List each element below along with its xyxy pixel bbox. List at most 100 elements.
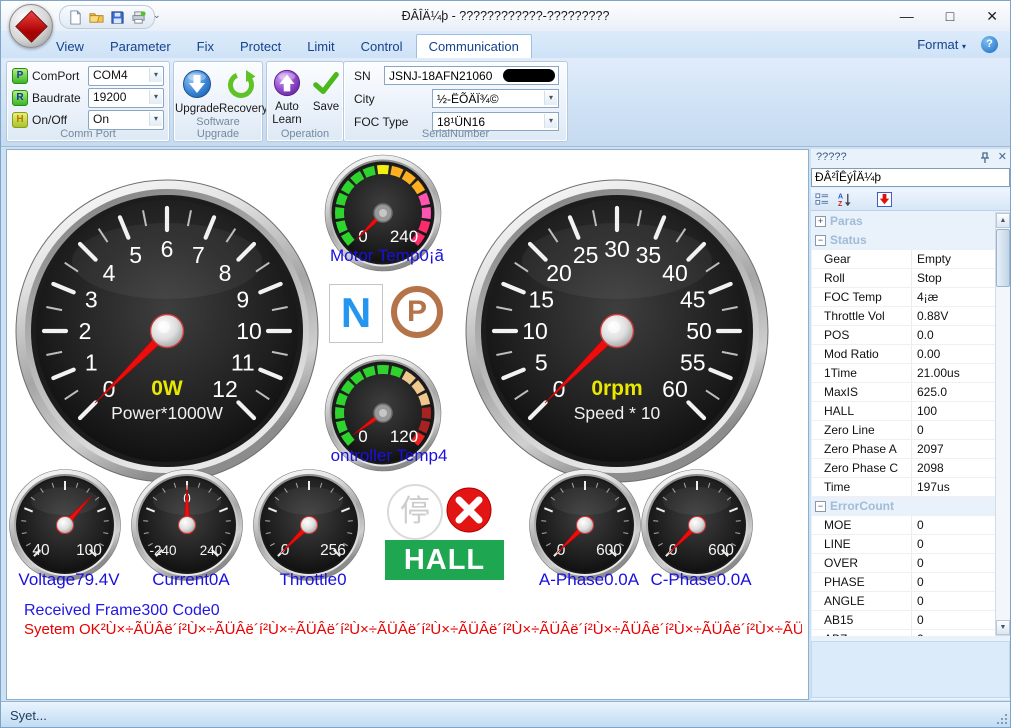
format-menu[interactable]: Format ▾	[917, 37, 966, 52]
property-value[interactable]: 0	[917, 556, 924, 570]
property-value[interactable]: 0	[917, 537, 924, 551]
upgrade-button[interactable]: Upgrade	[175, 67, 219, 116]
property-row[interactable]: Zero Phase A2097	[812, 440, 995, 459]
import-download-icon[interactable]	[877, 192, 892, 207]
svg-text:15: 15	[528, 287, 554, 313]
comport-label: ComPort	[32, 69, 88, 83]
tab-control[interactable]: Control	[348, 34, 416, 59]
property-row[interactable]: RollStop	[812, 269, 995, 288]
save-params-button[interactable]: Save	[309, 67, 343, 114]
property-value[interactable]: 0	[917, 575, 924, 589]
tab-protect[interactable]: Protect	[227, 34, 294, 59]
comport-select[interactable]: COM4▾	[88, 66, 164, 86]
svg-text:4: 4	[103, 260, 116, 286]
tab-limit[interactable]: Limit	[294, 34, 347, 59]
property-row[interactable]: LINE0	[812, 535, 995, 554]
checkmark-icon	[312, 69, 340, 97]
speed-gauge: 0510152025303540455055600rpmSpeed * 10	[464, 178, 770, 484]
ribbon-tab-bar: ViewParameterFixProtectLimitControlCommu…	[1, 31, 1010, 58]
section-paras[interactable]: +Paras	[812, 212, 995, 231]
property-value[interactable]: 0	[917, 518, 924, 532]
property-row[interactable]: OVER0	[812, 554, 995, 573]
help-icon[interactable]: ?	[981, 36, 998, 53]
tab-fix[interactable]: Fix	[184, 34, 227, 59]
panel-close-icon[interactable]: ✕	[998, 150, 1007, 163]
property-value[interactable]: Stop	[917, 271, 942, 285]
property-row[interactable]: Zero Line0	[812, 421, 995, 440]
qat-customize-arrow[interactable]: ⌄	[153, 10, 161, 21]
maximize-button[interactable]: □	[946, 8, 954, 24]
property-value[interactable]: 2098	[917, 461, 944, 475]
property-row[interactable]: Time197us	[812, 478, 995, 497]
group-title: SerialNumber	[344, 128, 567, 140]
property-row[interactable]: MOE0	[812, 516, 995, 535]
section-errorcount[interactable]: −ErrorCount	[812, 497, 995, 516]
city-select[interactable]: ½-ËÕÄÏ¾©▾	[432, 89, 559, 108]
property-value[interactable]: 0	[917, 632, 924, 636]
property-value[interactable]: 0.00	[917, 347, 940, 361]
param-file-input[interactable]: ÐÂ²ÎÊýÎÄ¼þ	[811, 168, 1010, 187]
recovery-button[interactable]: Recovery	[219, 67, 263, 116]
section-status[interactable]: −Status	[812, 231, 995, 250]
az-sort-icon[interactable]: AZ	[837, 192, 852, 207]
scroll-up-icon[interactable]: ▲	[996, 213, 1010, 228]
onoff-select[interactable]: On▾	[88, 110, 164, 130]
new-document-icon[interactable]	[68, 10, 83, 25]
tab-view[interactable]: View	[43, 34, 97, 59]
tab-parameter[interactable]: Parameter	[97, 34, 184, 59]
property-value[interactable]: Empty	[917, 252, 951, 266]
svg-text:240: 240	[390, 227, 418, 246]
property-value[interactable]: 0.88V	[917, 309, 948, 323]
property-row[interactable]: ANGLE0	[812, 592, 995, 611]
group-comm-port: P ComPort COM4▾ R Baudrate 19200▾ H On/O…	[6, 61, 170, 142]
property-value[interactable]: 0	[917, 613, 924, 627]
property-row[interactable]: FOC Temp4¡æ	[812, 288, 995, 307]
resize-grip[interactable]	[1005, 722, 1007, 724]
property-row[interactable]: 1Time21.00us	[812, 364, 995, 383]
property-row[interactable]: Zero Phase C2098	[812, 459, 995, 478]
property-row[interactable]: AB150	[812, 611, 995, 630]
property-row[interactable]: PHASE0	[812, 573, 995, 592]
property-row[interactable]: POS0.0	[812, 326, 995, 345]
scrollbar-thumb[interactable]	[996, 229, 1010, 287]
property-row[interactable]: ABZ0	[812, 630, 995, 636]
baudrate-select[interactable]: 19200▾	[88, 88, 164, 108]
pin-icon[interactable]	[978, 151, 992, 165]
expand-icon[interactable]: +	[815, 216, 826, 227]
close-button[interactable]: ✕	[986, 8, 998, 25]
property-value[interactable]: 21.00us	[917, 366, 960, 380]
open-file-icon[interactable]	[89, 10, 104, 25]
property-value[interactable]: 2097	[917, 442, 944, 456]
property-value[interactable]: 100	[917, 404, 937, 418]
svg-text:5: 5	[129, 242, 142, 268]
auto-learn-button[interactable]: Auto Learn	[267, 67, 307, 127]
property-row[interactable]: MaxIS625.0	[812, 383, 995, 402]
tab-communication[interactable]: Communication	[416, 34, 532, 59]
group-title: Software Upgrade	[174, 116, 262, 140]
svg-text:600: 600	[708, 542, 734, 559]
print-icon[interactable]	[131, 10, 146, 25]
categorized-view-icon[interactable]	[815, 192, 830, 207]
property-row[interactable]: Throttle Vol0.88V	[812, 307, 995, 326]
minimize-button[interactable]: —	[900, 8, 914, 24]
svg-text:8: 8	[219, 260, 232, 286]
app-menu-button[interactable]	[9, 4, 53, 48]
property-value[interactable]: 0.0	[917, 328, 934, 342]
property-row[interactable]: GearEmpty	[812, 250, 995, 269]
property-value[interactable]: 0	[917, 423, 924, 437]
property-row[interactable]: Mod Ratio0.00	[812, 345, 995, 364]
property-value[interactable]: 625.0	[917, 385, 947, 399]
property-value[interactable]: 4¡æ	[917, 290, 938, 304]
sn-input[interactable]: JSNJ-18AFN21060	[384, 66, 559, 85]
scroll-down-icon[interactable]: ▼	[996, 620, 1010, 635]
property-value[interactable]: 197us	[917, 480, 950, 494]
svg-text:256: 256	[320, 542, 346, 559]
collapse-icon[interactable]: −	[815, 501, 826, 512]
scrollbar[interactable]: ▲ ▼	[995, 212, 1011, 636]
save-icon[interactable]	[110, 10, 125, 25]
redaction-blob	[503, 69, 555, 82]
svg-text:-240: -240	[149, 543, 176, 558]
property-row[interactable]: HALL100	[812, 402, 995, 421]
collapse-icon[interactable]: −	[815, 235, 826, 246]
property-value[interactable]: 0	[917, 594, 924, 608]
